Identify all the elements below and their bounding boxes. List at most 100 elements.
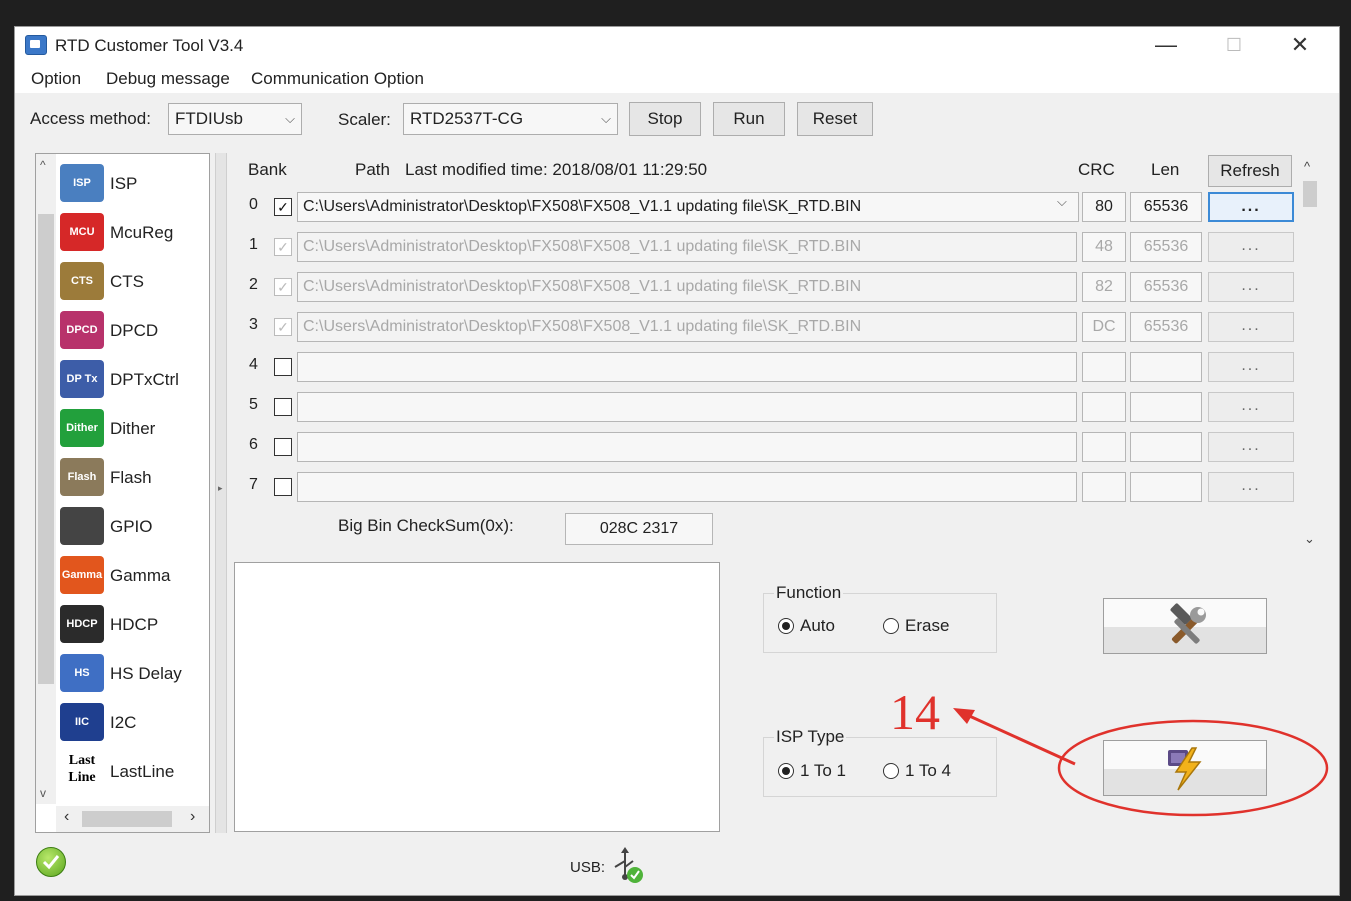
chevron-down-icon: ⌵ <box>1057 194 1067 209</box>
run-button[interactable]: Run <box>713 102 785 136</box>
sidebar-item-dpcd[interactable]: DPCD DPCD <box>60 307 209 353</box>
bank-len <box>1130 392 1202 422</box>
sidebar-item-lastline[interactable]: Last Line LastLine <box>60 748 209 794</box>
access-method-value: FTDIUsb <box>175 109 243 128</box>
sidebar-item-gpio[interactable]: GPIO <box>60 503 209 549</box>
browse-button[interactable]: ... <box>1208 352 1294 382</box>
scaler-select[interactable]: RTD2537T-CG ⌵ <box>403 103 618 135</box>
access-method-select[interactable]: FTDIUsb ⌵ <box>168 103 302 135</box>
bank-path-field[interactable] <box>297 472 1077 502</box>
menu-debug-message[interactable]: Debug message <box>106 69 230 89</box>
bank-path-field[interactable] <box>297 432 1077 462</box>
scrollbar-thumb[interactable] <box>82 811 172 827</box>
scroll-down-icon[interactable]: ⌄ <box>1304 531 1315 547</box>
sidebar-item-label: HDCP <box>110 615 159 634</box>
bank-vertical-scrollbar[interactable]: ^ ⌄ <box>1299 157 1321 552</box>
bank-crc: 48 <box>1082 232 1126 262</box>
feature-list: ^ v ISP ISP MCU McuReg CTS CTS DPCD DPCD DP Tx DP… <box>35 153 210 833</box>
bank-checkbox[interactable] <box>274 478 292 496</box>
log-output[interactable] <box>234 562 720 832</box>
scroll-up-icon[interactable]: ^ <box>1304 159 1310 174</box>
auto-radio-label: Auto <box>800 616 835 635</box>
lightning-chip-icon <box>1168 747 1202 791</box>
cts-icon: CTS <box>60 262 104 300</box>
bank-checkbox[interactable] <box>274 358 292 376</box>
browse-button[interactable]: ... <box>1208 392 1294 422</box>
scrollbar-thumb[interactable] <box>38 214 54 684</box>
minimize-button[interactable]: — <box>1143 31 1189 59</box>
horizontal-scrollbar[interactable]: ‹ › <box>56 806 209 832</box>
stop-button[interactable]: Stop <box>629 102 701 136</box>
sidebar-item-cts[interactable]: CTS CTS <box>60 258 209 304</box>
bank-path-field[interactable] <box>297 352 1077 382</box>
bank-checkbox[interactable] <box>274 438 292 456</box>
bank-checkbox[interactable]: ✓ <box>274 198 292 216</box>
bank-path-field[interactable]: C:\Users\Administrator\Desktop\FX508\FX5… <box>297 312 1077 342</box>
refresh-button[interactable]: Refresh <box>1208 155 1292 187</box>
bank-checkbox[interactable]: ✓ <box>274 278 292 296</box>
one-to-one-radio[interactable] <box>778 763 794 779</box>
hs-delay-icon: HS Delay <box>60 654 104 692</box>
scroll-left-icon[interactable]: ‹ <box>64 808 69 826</box>
dither-icon: Dither <box>60 409 104 447</box>
menu-communication-option[interactable]: Communication Option <box>251 69 424 89</box>
bank-row-number: 5 <box>249 396 258 413</box>
sidebar-item-mcureg[interactable]: MCU McuReg <box>60 209 209 255</box>
bank-checkbox[interactable]: ✓ <box>274 238 292 256</box>
isp-icon: ISP <box>60 164 104 202</box>
maximize-button[interactable]: ☐ <box>1211 31 1257 59</box>
annotation-number: 14 <box>890 684 940 740</box>
bank-path-field[interactable]: C:\Users\Administrator\Desktop\FX508\FX5… <box>297 192 1079 222</box>
bank-len <box>1130 472 1202 502</box>
bank-checkbox[interactable] <box>274 398 292 416</box>
sidebar-item-gamma[interactable]: Gamma Gamma <box>60 552 209 598</box>
bank-checkbox[interactable]: ✓ <box>274 318 292 336</box>
isp-run-button[interactable] <box>1103 740 1267 796</box>
sidebar-item-dither[interactable]: Dither Dither <box>60 405 209 451</box>
hammer-wrench-icon <box>1170 603 1206 644</box>
panel-splitter[interactable]: ▸ <box>215 153 227 833</box>
bank-path-field[interactable]: C:\Users\Administrator\Desktop\FX508\FX5… <box>297 272 1077 302</box>
bank-row-number: 3 <box>249 316 258 333</box>
flash-icon: Flash <box>60 458 104 496</box>
browse-button[interactable]: ... <box>1208 472 1294 502</box>
one-to-four-radio[interactable] <box>883 763 899 779</box>
bank-len: 65536 <box>1130 192 1202 222</box>
hdcp-icon: HDCP <box>60 605 104 643</box>
sidebar-item-dptxctrl[interactable]: DP Tx DPTxCtrl <box>60 356 209 402</box>
scroll-up-icon[interactable]: ^ <box>40 158 46 172</box>
chevron-down-icon: ⌵ <box>285 111 295 126</box>
sidebar-item-isp[interactable]: ISP ISP <box>60 160 209 206</box>
one-to-one-radio-label: 1 To 1 <box>800 761 847 780</box>
reset-button[interactable]: Reset <box>797 102 873 136</box>
sidebar-item-label: CTS <box>110 272 144 291</box>
scroll-right-icon[interactable]: › <box>190 808 195 826</box>
browse-button[interactable]: ... <box>1208 312 1294 342</box>
isp-type-group-title: ISP Type <box>774 727 847 747</box>
tools-button[interactable] <box>1103 598 1267 654</box>
sidebar-item-hs-delay[interactable]: HS Delay HS Delay <box>60 650 209 696</box>
browse-button[interactable]: ... <box>1208 232 1294 262</box>
auto-radio[interactable] <box>778 618 794 634</box>
sidebar-item-flash[interactable]: Flash Flash <box>60 454 209 500</box>
vertical-scrollbar[interactable]: ^ v <box>36 154 56 804</box>
sidebar-item-i2c[interactable]: IIC I2C <box>60 699 209 745</box>
sidebar-item-label: DPCD <box>110 321 159 340</box>
scroll-down-icon[interactable]: v <box>40 786 46 800</box>
usb-connected-icon <box>614 847 643 883</box>
bank-path-field[interactable] <box>297 392 1077 422</box>
access-method-label: Access method: <box>30 109 151 128</box>
path-header: Path <box>355 160 390 179</box>
menu-option[interactable]: Option <box>31 69 81 89</box>
sidebar-item-label: I2C <box>110 713 137 732</box>
scrollbar-thumb[interactable] <box>1303 181 1317 207</box>
browse-button[interactable]: ... <box>1208 272 1294 302</box>
bank-len: 65536 <box>1130 232 1202 262</box>
i2c-icon: IIC <box>60 703 104 741</box>
browse-button[interactable]: ... <box>1208 432 1294 462</box>
sidebar-item-hdcp[interactable]: HDCP HDCP <box>60 601 209 647</box>
close-button[interactable]: ✕ <box>1277 31 1323 59</box>
browse-button[interactable]: ... <box>1208 192 1294 222</box>
erase-radio[interactable] <box>883 618 899 634</box>
bank-path-field[interactable]: C:\Users\Administrator\Desktop\FX508\FX5… <box>297 232 1077 262</box>
